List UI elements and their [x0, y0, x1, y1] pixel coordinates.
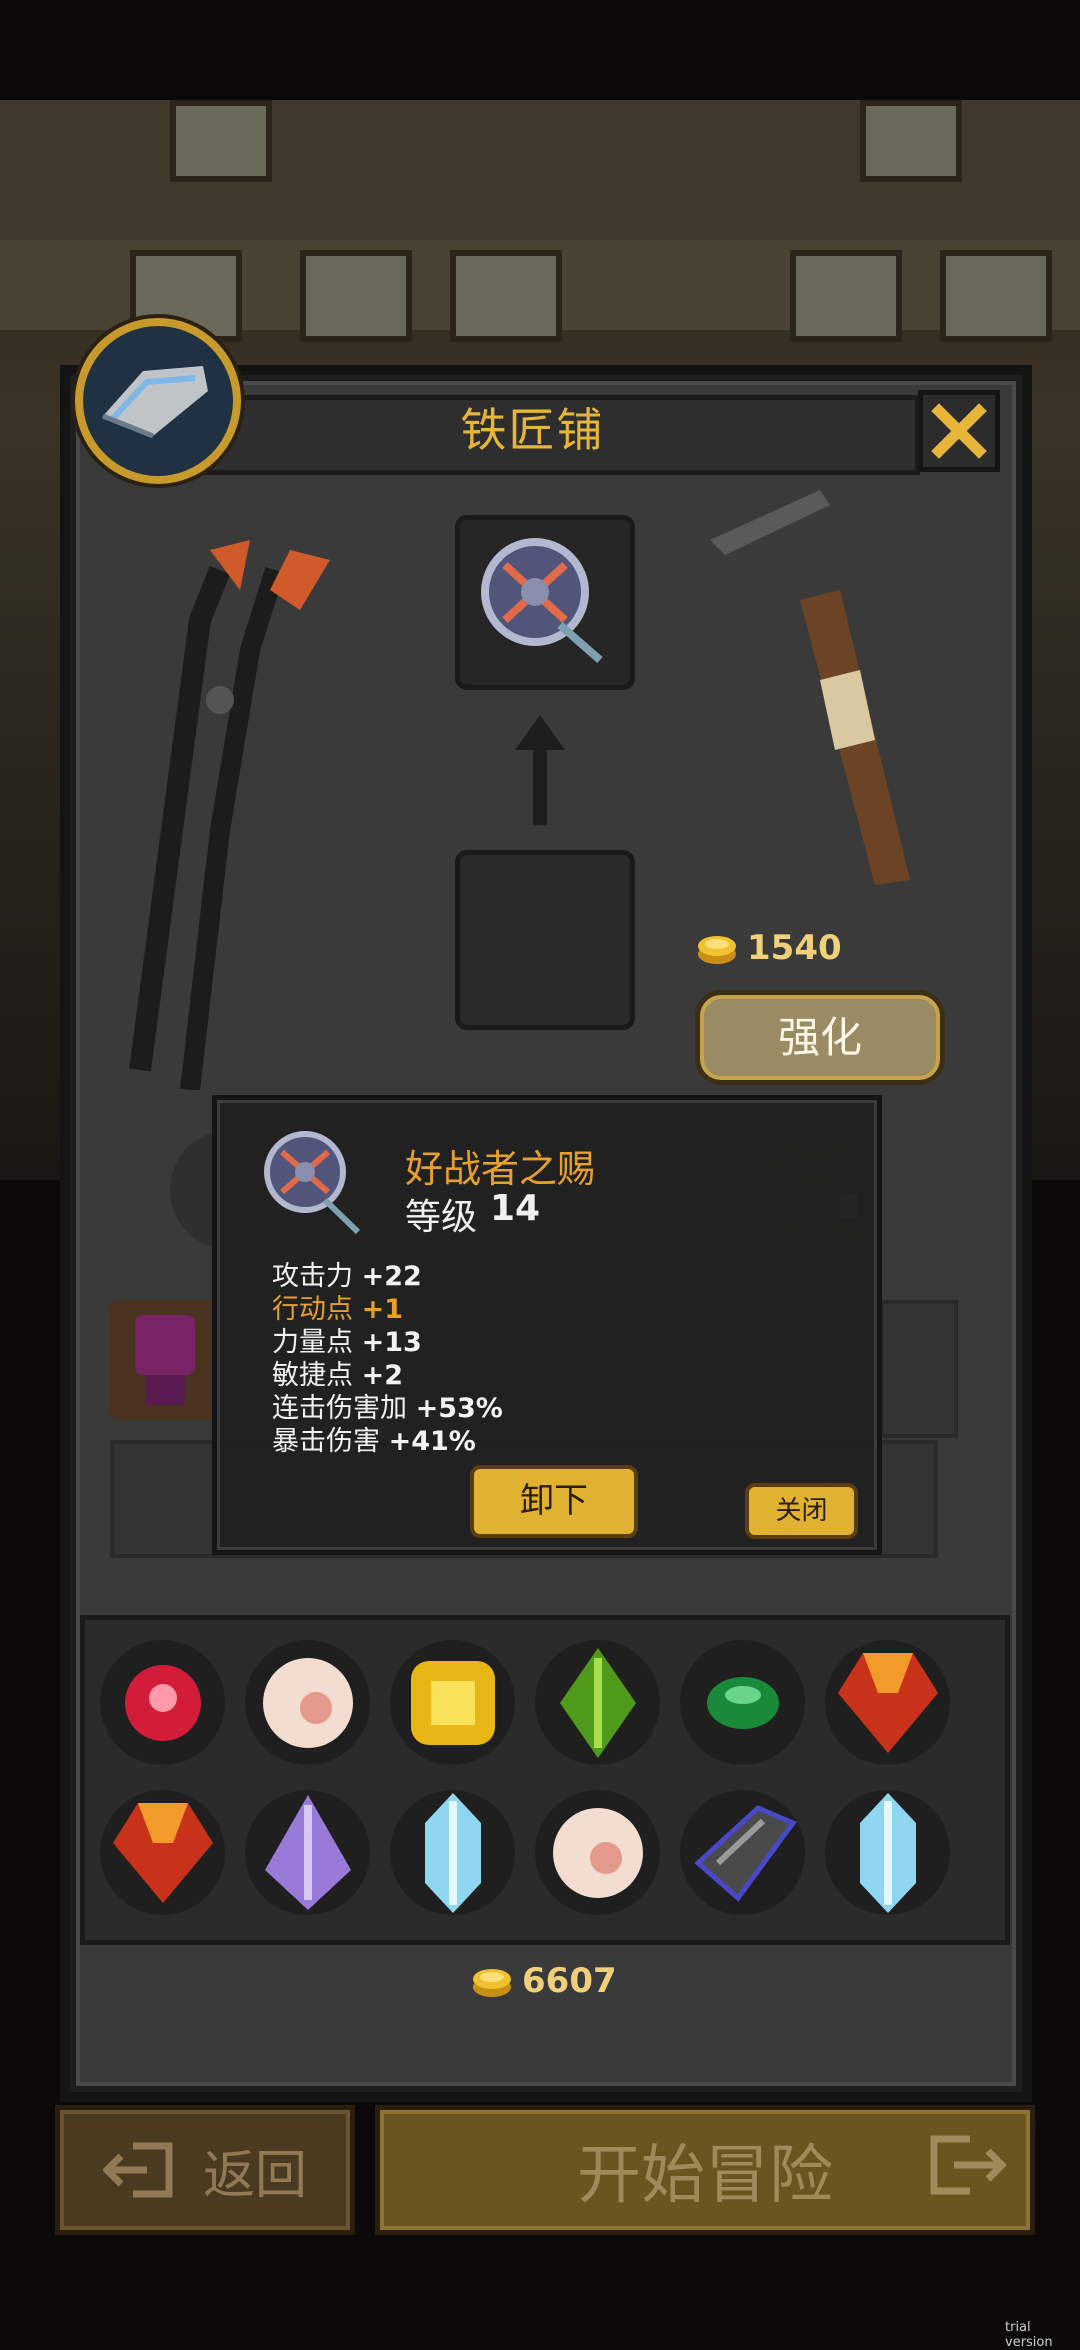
- stat-value: +53%: [415, 1393, 503, 1424]
- stat-value: +1: [361, 1294, 404, 1325]
- obsidian-icon: [693, 1804, 797, 1902]
- stat-name: 力量点: [272, 1327, 353, 1358]
- gold-total-value: 6607: [522, 1961, 617, 2001]
- unequip-button[interactable]: 卸下: [470, 1465, 638, 1538]
- anvil-emblem-icon: [75, 318, 241, 484]
- equipment-slot[interactable]: [880, 1300, 958, 1438]
- upgrade-input-slot[interactable]: [455, 850, 635, 1030]
- upgrade-cost: 1540: [695, 925, 842, 971]
- close-button[interactable]: [918, 390, 1000, 472]
- close-icon: [931, 403, 987, 459]
- inventory-slot[interactable]: [535, 1790, 660, 1915]
- close-tooltip-button[interactable]: 关闭: [745, 1483, 858, 1539]
- watermark: trial version: [1005, 2320, 1053, 2350]
- stat-value: +2: [361, 1360, 404, 1391]
- inventory-slot[interactable]: [390, 1640, 515, 1765]
- stat-name: 敏捷点: [272, 1360, 353, 1391]
- red-gem-icon: [124, 1664, 201, 1741]
- gem-inventory: [80, 1615, 1010, 1945]
- armor-icon: [135, 1315, 195, 1405]
- back-arrow-icon: [102, 2142, 173, 2198]
- hammer-icon: [710, 490, 910, 885]
- inventory-slot[interactable]: [680, 1790, 805, 1915]
- chain-wheel-weapon-icon: [481, 538, 603, 664]
- stat-value: +22: [361, 1261, 422, 1292]
- up-arrow-icon: [515, 715, 565, 825]
- inventory-slot[interactable]: [825, 1790, 950, 1915]
- inventory-slot[interactable]: [245, 1640, 370, 1765]
- stat-value: +13: [361, 1327, 422, 1358]
- item-name: 好战者之赐: [405, 1147, 596, 1191]
- enhance-button[interactable]: 强化: [695, 990, 945, 1085]
- inventory-slot[interactable]: [100, 1790, 225, 1915]
- gold-coin-icon: [698, 936, 736, 964]
- stat-row: 攻击力 +22: [272, 1260, 503, 1293]
- back-label: 返回: [202, 2145, 307, 2206]
- amethyst-icon: [264, 1795, 351, 1910]
- stat-name: 行动点: [272, 1294, 353, 1325]
- gold-coin-icon: [473, 1969, 511, 1997]
- ruby-icon: [837, 1652, 938, 1753]
- ruby-icon: [112, 1802, 213, 1903]
- stat-row: 敏捷点 +2: [272, 1359, 503, 1392]
- pearl-icon: [552, 1807, 643, 1898]
- inventory-slot[interactable]: [245, 1790, 370, 1915]
- item-level-label: 等级: [405, 1197, 478, 1238]
- stat-name: 暴击伤害: [272, 1426, 380, 1457]
- inventory-slot[interactable]: [390, 1790, 515, 1915]
- item-stats: 攻击力 +22 行动点 +1 力量点 +13 敏捷点 +2 连击伤害加 +53%…: [272, 1260, 503, 1458]
- stat-row: 行动点 +1: [272, 1293, 503, 1326]
- ice-crystal-icon: [424, 1792, 481, 1913]
- stat-name: 攻击力: [272, 1261, 353, 1292]
- topaz-icon: [410, 1660, 495, 1745]
- dialog-title: 铁匠铺: [460, 403, 605, 457]
- stat-value: +41%: [388, 1426, 476, 1457]
- tongs-icon: [129, 540, 330, 1090]
- start-label: 开始冒险: [577, 2139, 833, 2213]
- exit-arrow-icon: [930, 2135, 1007, 2195]
- item-level-value: 14: [490, 1188, 541, 1229]
- inventory-slot[interactable]: [825, 1640, 950, 1765]
- equipment-slot[interactable]: [110, 1300, 220, 1420]
- inventory-slot[interactable]: [680, 1640, 805, 1765]
- stat-row: 力量点 +13: [272, 1326, 503, 1359]
- stat-row: 暴击伤害 +41%: [272, 1425, 503, 1458]
- ice-crystal-icon: [859, 1792, 916, 1913]
- upgrade-cost-value: 1540: [747, 928, 842, 968]
- chain-wheel-weapon-icon: [250, 1120, 370, 1240]
- back-button[interactable]: 返回: [55, 2105, 355, 2235]
- green-crystal-icon: [559, 1647, 636, 1758]
- gold-total: 6607: [470, 1958, 617, 2004]
- stat-name: 连击伤害加: [272, 1393, 407, 1424]
- inventory-slot[interactable]: [535, 1640, 660, 1765]
- inventory-slot[interactable]: [100, 1640, 225, 1765]
- upgrade-result-slot[interactable]: [455, 515, 635, 690]
- pearl-icon: [262, 1657, 353, 1748]
- stat-row: 连击伤害加 +53%: [272, 1392, 503, 1425]
- emerald-icon: [706, 1676, 779, 1729]
